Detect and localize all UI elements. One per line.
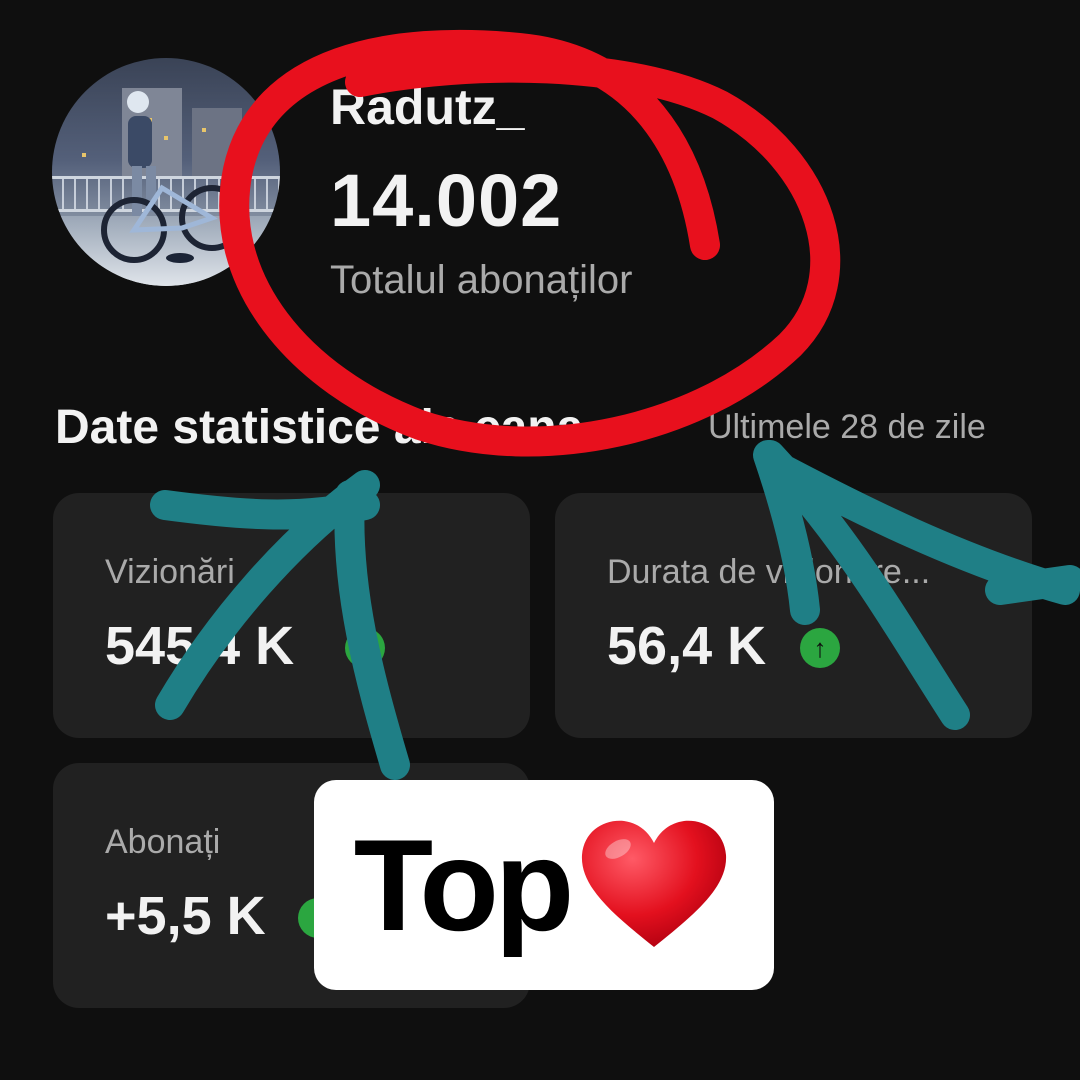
period-selector[interactable]: Ultimele 28 de zile [708, 408, 986, 447]
subscribers-label: Abonați [105, 823, 221, 861]
subscribers-value: +5,5 K [105, 886, 266, 946]
heart-icon [582, 820, 727, 947]
watch-time-card[interactable]: Durata de vizionare... 56,4 K ↑ [555, 493, 1032, 738]
views-label: Vizionări [105, 553, 235, 591]
channel-name: Radutz_ [330, 79, 525, 135]
arrow-up-icon: ↑ [345, 628, 385, 668]
subscriber-label: Totalul abonaților [330, 258, 633, 302]
analytics-section-title[interactable]: Date statistice ale cana... [55, 400, 623, 455]
avatar[interactable] [52, 58, 280, 286]
cyclist-illustration [101, 91, 245, 263]
sticker-text: Top [353, 812, 575, 958]
watch-time-value: 56,4 K [607, 616, 767, 676]
top-sticker: Top [314, 780, 774, 990]
watch-time-label: Durata de vizionare... [607, 553, 931, 591]
arrow-up-icon: ↑ [800, 628, 840, 668]
views-value: 545,4 K [105, 616, 295, 676]
red-circle-annotation [219, 29, 841, 457]
views-card[interactable]: Vizionări 545,4 K ↑ [53, 493, 530, 738]
subscriber-count: 14.002 [330, 159, 563, 242]
